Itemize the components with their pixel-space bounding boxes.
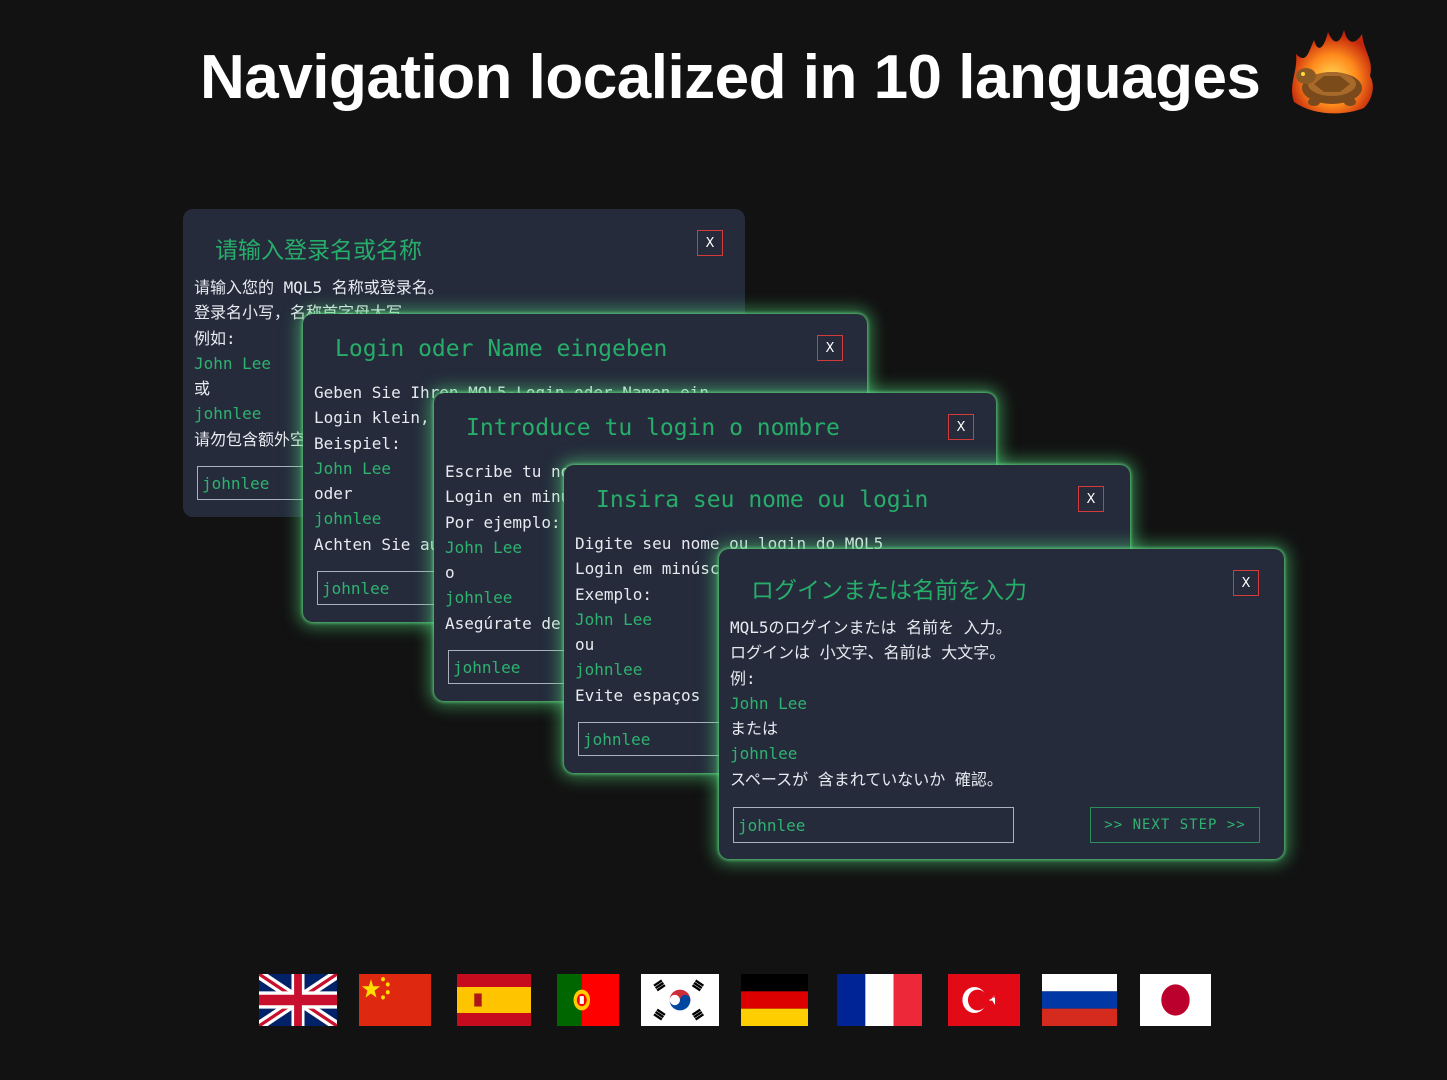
south-korea-flag [641, 974, 719, 1026]
dialog-japanese: ログインまたは名前を入力 X MQL5のログインまたは 名前を 入力。 ログイン… [719, 549, 1284, 859]
spain-flag [457, 974, 531, 1026]
turkey-flag [948, 974, 1020, 1026]
example-login: johnlee [730, 744, 798, 764]
dialog-title: 请输入登录名或名称 [215, 238, 422, 264]
close-button[interactable]: X [817, 335, 843, 361]
or-text: または [730, 719, 779, 739]
uk-flag [259, 974, 337, 1026]
japan-flag [1140, 974, 1211, 1026]
login-input[interactable] [733, 807, 1014, 843]
close-button[interactable]: X [1233, 570, 1259, 596]
dialog-title: Insira seu nome ou login [596, 487, 929, 513]
example-label: 例: [730, 668, 756, 688]
china-flag [359, 974, 431, 1026]
russia-flag [1042, 974, 1117, 1026]
close-button[interactable]: X [1078, 486, 1104, 512]
example-name: John Lee [730, 693, 808, 713]
dialog-title: ログインまたは名前を入力 [751, 578, 1027, 604]
next-step-button[interactable]: >> NEXT STEP >> [1090, 807, 1260, 843]
portugal-flag [557, 974, 619, 1026]
instruction-text: MQL5のログインまたは 名前を 入力。 [730, 618, 1012, 637]
close-button[interactable]: X [948, 414, 974, 440]
page-title: Navigation localized in 10 languages [200, 43, 1261, 112]
dialog-title: Introduce tu login o nombre [466, 415, 840, 441]
instruction-text: スペースが 含まれていないか 確認。 [730, 769, 1003, 789]
flaming-turtle-logo [1284, 24, 1380, 120]
instruction-text: ログインは 小文字、名前は 大文字。 [730, 643, 1006, 663]
france-flag [837, 974, 922, 1026]
close-button[interactable]: X [697, 230, 723, 256]
instruction-text: 请输入您的 MQL5 名称或登录名。 [194, 278, 444, 297]
germany-flag [741, 974, 808, 1026]
dialog-body: MQL5のログインまたは 名前を 入力。 ログインは 小文字、名前は 大文字。 … [730, 615, 1012, 792]
dialog-title: Login oder Name eingeben [335, 336, 668, 362]
